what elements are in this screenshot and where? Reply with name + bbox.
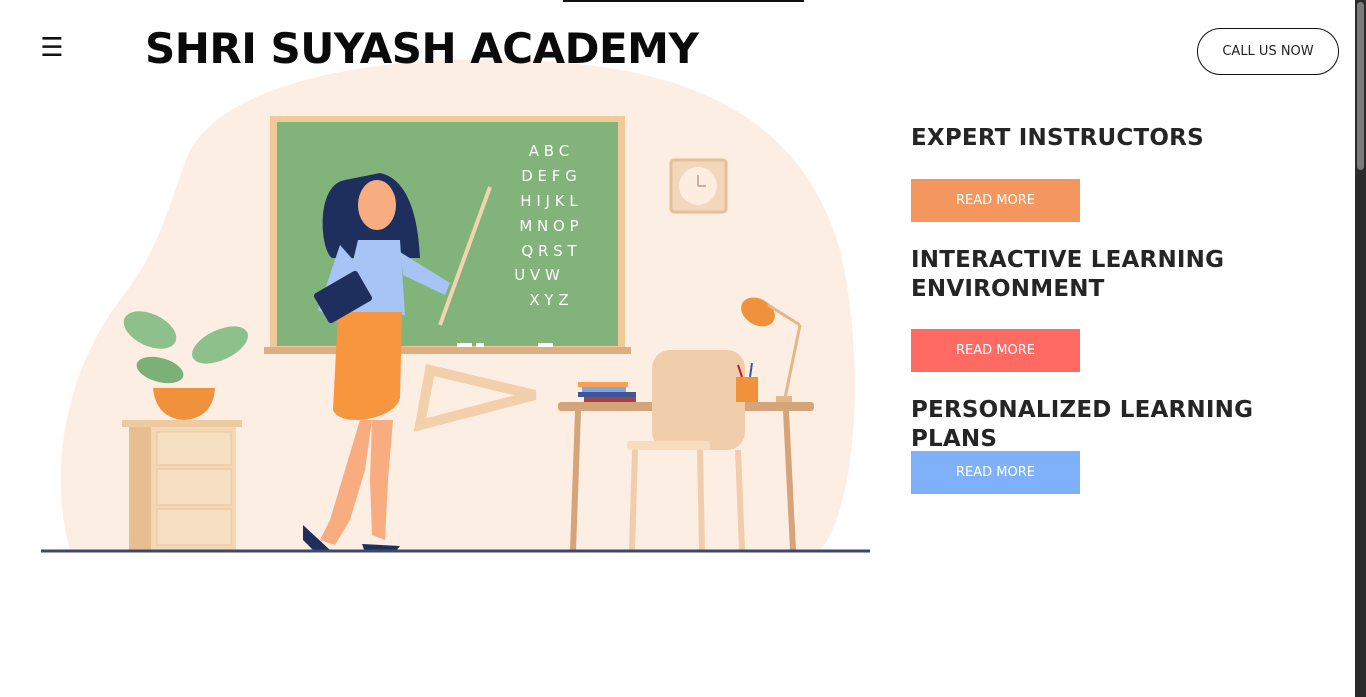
svg-text:X Y Z: X Y Z: [529, 291, 568, 309]
feature-title-interactive-learning: INTERACTIVE LEARNING ENVIRONMENT: [911, 246, 1224, 304]
read-more-button-interactive-learning[interactable]: READ MORE: [911, 329, 1080, 372]
feature-title-line-2: ENVIRONMENT: [911, 276, 1105, 302]
svg-text:H I J K L: H I J K L: [520, 192, 578, 210]
svg-text:D E F G: D E F G: [521, 167, 577, 185]
svg-text:A B C: A B C: [529, 142, 570, 160]
read-more-button-personalized-learning[interactable]: READ MORE: [911, 451, 1080, 494]
teacher-classroom-illustration: A B C D E F G H I J K L M N O P Q R S T …: [41, 59, 870, 553]
feature-title-expert-instructors: EXPERT INSTRUCTORS: [911, 125, 1204, 151]
svg-text:Q R S T: Q R S T: [521, 242, 577, 260]
top-decoration-line: [563, 0, 804, 2]
svg-text:U V W: U V W: [514, 266, 560, 284]
scrollbar-thumb[interactable]: [1357, 2, 1364, 170]
read-more-button-expert-instructors[interactable]: READ MORE: [911, 179, 1080, 222]
svg-text:M N O P: M N O P: [519, 217, 578, 235]
site-title: SHRI SUYASH ACADEMY: [145, 24, 699, 73]
page-scrollbar[interactable]: [1355, 0, 1366, 697]
call-us-now-button[interactable]: CALL US NOW: [1197, 28, 1339, 75]
feature-title-personalized-learning: PERSONALIZED LEARNING PLANS: [911, 397, 1254, 452]
feature-title-line-1: INTERACTIVE LEARNING: [911, 247, 1225, 273]
